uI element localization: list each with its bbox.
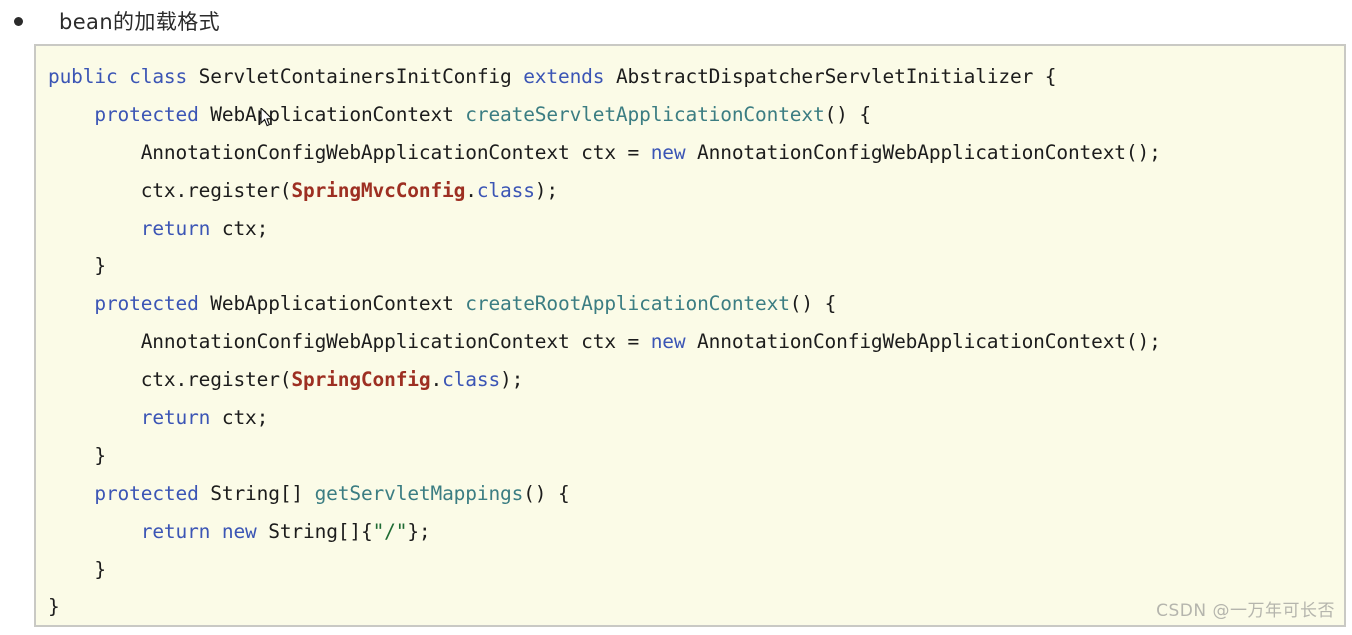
code-token: ); bbox=[534, 178, 558, 202]
watermark-text: CSDN @一万年可长否 bbox=[1156, 601, 1335, 621]
code-line: return new String[]{"/"}; bbox=[36, 513, 1344, 551]
code-token: AnnotationConfigWebApplicationContext(); bbox=[685, 140, 1161, 164]
code-token: SpringConfig bbox=[291, 368, 431, 392]
code-line: } bbox=[36, 437, 1344, 475]
code-line: return ctx; bbox=[36, 399, 1344, 437]
code-token: AbstractDispatcherServletInitializer { bbox=[604, 65, 1057, 88]
code-token: String[] bbox=[198, 481, 315, 505]
code-token: public bbox=[48, 65, 118, 88]
section-heading-text: bean的加载格式 bbox=[59, 10, 221, 34]
code-line: } bbox=[36, 588, 1344, 625]
code-token: () { bbox=[523, 481, 570, 505]
code-token: ); bbox=[500, 368, 524, 392]
code-token: WebApplicationContext bbox=[198, 102, 466, 126]
code-token: } bbox=[48, 595, 60, 619]
code-token: new bbox=[221, 519, 257, 543]
code-token: protected bbox=[94, 481, 199, 505]
code-token: AnnotationConfigWebApplicationContext ct… bbox=[48, 140, 651, 164]
code-token: getServletMappings bbox=[314, 481, 524, 505]
code-token: } bbox=[48, 254, 106, 278]
bullet-icon bbox=[14, 16, 23, 26]
code-line: } bbox=[36, 551, 1344, 589]
code-token: } bbox=[48, 443, 106, 467]
code-token: ctx; bbox=[210, 406, 269, 430]
code-token: protected bbox=[94, 292, 199, 316]
code-token: . bbox=[430, 368, 443, 392]
code-token: class bbox=[442, 368, 501, 392]
code-token: ctx; bbox=[210, 216, 269, 240]
code-line: ctx.register(SpringMvcConfig.class); bbox=[36, 172, 1344, 210]
code-token: SpringMvcConfig bbox=[291, 178, 466, 202]
code-block: public class ServletContainersInitConfig… bbox=[34, 44, 1346, 627]
code-token: . bbox=[465, 178, 477, 202]
code-line: AnnotationConfigWebApplicationContext ct… bbox=[36, 323, 1344, 361]
code-token: return bbox=[140, 216, 211, 240]
code-line: protected String[] getServletMappings() … bbox=[36, 475, 1344, 513]
code-token: class bbox=[129, 65, 188, 88]
code-token: new bbox=[650, 140, 686, 164]
code-token: }; bbox=[407, 519, 431, 543]
code-line: ctx.register(SpringConfig.class); bbox=[36, 361, 1344, 399]
code-line: protected WebApplicationContext createRo… bbox=[36, 285, 1344, 323]
code-token: AnnotationConfigWebApplicationContext(); bbox=[685, 330, 1161, 354]
code-token: String[]{ bbox=[256, 519, 373, 543]
code-token: () { bbox=[824, 102, 872, 126]
code-line: public class ServletContainersInitConfig… bbox=[36, 58, 1344, 96]
code-token: ctx.register( bbox=[48, 178, 292, 202]
code-token: return bbox=[140, 406, 211, 430]
code-token: ServletContainersInitConfig bbox=[187, 65, 524, 88]
code-token: "/" bbox=[372, 519, 408, 543]
code-token: } bbox=[48, 557, 106, 581]
code-token: () { bbox=[789, 292, 837, 316]
code-token: new bbox=[650, 330, 686, 354]
code-line: AnnotationConfigWebApplicationContext ct… bbox=[36, 134, 1344, 172]
code-line: protected WebApplicationContext createSe… bbox=[36, 96, 1344, 134]
code-token: createServletApplicationContext bbox=[465, 102, 825, 126]
code-token: AnnotationConfigWebApplicationContext ct… bbox=[48, 330, 651, 354]
code-token: WebApplicationContext bbox=[198, 292, 466, 316]
code-content: public class ServletContainersInitConfig… bbox=[36, 46, 1344, 625]
code-token: createRootApplicationContext bbox=[465, 292, 790, 316]
code-token: class bbox=[476, 178, 535, 202]
code-token: protected bbox=[94, 102, 199, 126]
code-line: return ctx; bbox=[36, 210, 1344, 248]
code-token: extends bbox=[523, 65, 605, 88]
code-token: ctx.register( bbox=[48, 368, 292, 392]
section-heading: bean的加载格式 bbox=[0, 0, 1352, 42]
code-line: } bbox=[36, 247, 1344, 285]
code-token: return bbox=[140, 519, 211, 543]
